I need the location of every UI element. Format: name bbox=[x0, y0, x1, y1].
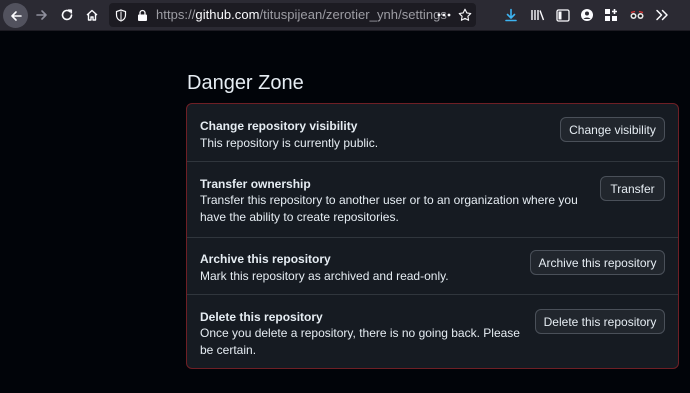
browser-toolbar: https://github.com/tituspijean/zerotier_… bbox=[0, 0, 690, 31]
danger-item-description: This repository is currently public. bbox=[200, 136, 379, 150]
account-button[interactable] bbox=[575, 3, 599, 27]
library-icon bbox=[531, 10, 545, 21]
shield-icon[interactable] bbox=[113, 7, 129, 23]
address-bar[interactable]: https://github.com/tituspijean/zerotier_… bbox=[109, 3, 476, 27]
delete-repository-button[interactable]: Delete this repository bbox=[535, 309, 665, 334]
chevron-double-right-icon bbox=[656, 9, 668, 21]
lock-icon[interactable] bbox=[134, 7, 150, 23]
transfer-button[interactable]: Transfer bbox=[600, 176, 665, 201]
danger-item-archive: Archive this repository Mark this reposi… bbox=[187, 237, 678, 294]
danger-item-title: Change repository visibility bbox=[200, 119, 358, 133]
url-path: /tituspijean/zerotier_ynh/settings bbox=[259, 7, 447, 22]
star-icon[interactable] bbox=[457, 7, 473, 23]
danger-item-transfer: Transfer ownership Transfer this reposit… bbox=[187, 161, 678, 237]
overflow-menu-button[interactable] bbox=[650, 3, 674, 27]
danger-item-title: Archive this repository bbox=[200, 252, 331, 266]
danger-item-description: Transfer this repository to another user… bbox=[200, 193, 578, 224]
glasses-icon bbox=[630, 10, 644, 19]
url-host: github.com bbox=[195, 7, 260, 22]
extensions-button[interactable] bbox=[599, 3, 623, 27]
ellipsis-icon[interactable] bbox=[436, 7, 452, 23]
url-prefix: https:// bbox=[156, 7, 196, 22]
sidebar-button[interactable] bbox=[551, 3, 575, 27]
sidebar-icon bbox=[556, 8, 570, 22]
danger-item-visibility: Change repository visibility This reposi… bbox=[187, 104, 678, 161]
danger-item-description: Once you delete a repository, there is n… bbox=[200, 326, 520, 357]
change-visibility-button[interactable]: Change visibility bbox=[560, 117, 665, 142]
forward-arrow-icon bbox=[36, 10, 47, 20]
back-button[interactable] bbox=[3, 3, 28, 28]
archive-repository-button[interactable]: Archive this repository bbox=[530, 250, 665, 275]
back-arrow-icon bbox=[10, 10, 22, 21]
home-button[interactable] bbox=[80, 3, 104, 27]
extension-button[interactable] bbox=[625, 3, 649, 27]
home-icon bbox=[86, 9, 98, 21]
download-icon bbox=[505, 8, 517, 22]
danger-zone-box: Change repository visibility This reposi… bbox=[186, 103, 679, 369]
account-icon bbox=[581, 9, 593, 21]
forward-button[interactable] bbox=[30, 3, 54, 27]
danger-item-title: Transfer ownership bbox=[200, 177, 311, 191]
danger-zone-heading: Danger Zone bbox=[187, 72, 304, 94]
reload-icon bbox=[61, 9, 73, 21]
reload-button[interactable] bbox=[55, 3, 79, 27]
url-text: https://github.com/tituspijean/zerotier_… bbox=[156, 7, 447, 22]
library-button[interactable] bbox=[526, 3, 550, 27]
danger-item-delete: Delete this repository Once you delete a… bbox=[187, 294, 678, 368]
download-button[interactable] bbox=[499, 3, 523, 27]
extensions-grid-icon bbox=[605, 9, 617, 21]
danger-item-title: Delete this repository bbox=[200, 310, 323, 324]
danger-item-description: Mark this repository as archived and rea… bbox=[200, 269, 449, 283]
